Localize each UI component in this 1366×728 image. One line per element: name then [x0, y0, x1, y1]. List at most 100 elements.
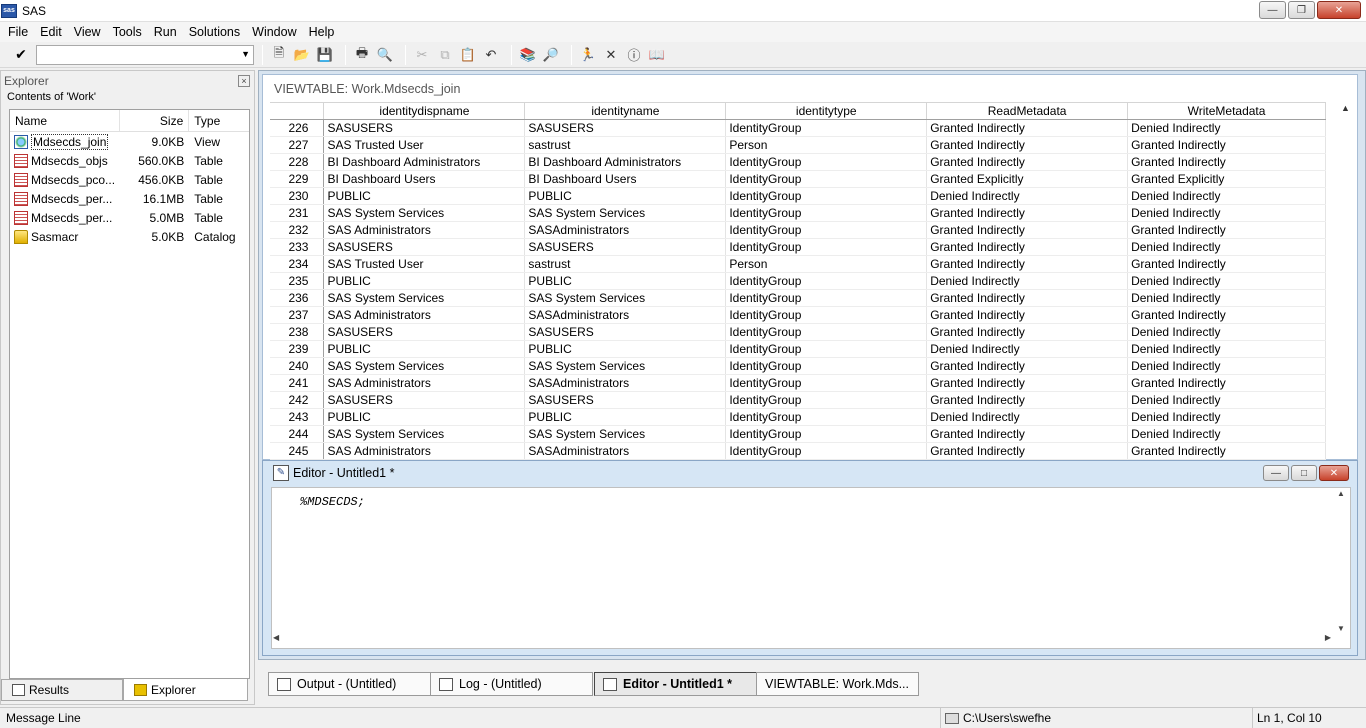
- code-editor[interactable]: %MDSECDS; ▲ ▼ ◀ ▶: [271, 487, 1351, 649]
- code-line[interactable]: %MDSECDS;: [300, 495, 365, 509]
- column-header-identitytype[interactable]: identitytype: [725, 102, 928, 120]
- row-number[interactable]: 228: [270, 153, 325, 171]
- undo-icon[interactable]: ↶: [480, 44, 502, 66]
- list-item[interactable]: Mdsecds_join 9.0KB View: [10, 132, 249, 151]
- row-number[interactable]: 236: [270, 289, 325, 307]
- column-header-readmetadata[interactable]: ReadMetadata: [926, 102, 1129, 120]
- open-folder-icon[interactable]: 📂: [291, 44, 313, 66]
- minimize-button[interactable]: —: [1259, 1, 1286, 19]
- menu-solutions[interactable]: Solutions: [183, 25, 246, 39]
- editor-close-button[interactable]: ✕: [1319, 465, 1349, 481]
- table-row[interactable]: 226 SASUSERS SASUSERS IdentityGroup Granted …: [270, 119, 1326, 137]
- new-file-icon[interactable]: 🗎: [268, 44, 290, 66]
- column-header-identityname[interactable]: identityname: [524, 102, 727, 120]
- tab-results[interactable]: Results: [1, 679, 123, 701]
- list-item[interactable]: Sasmacr 5.0KB Catalog: [10, 227, 249, 246]
- row-number[interactable]: 230: [270, 187, 325, 205]
- editor-maximize-button[interactable]: □: [1291, 465, 1317, 481]
- table-row[interactable]: 238 SASUSERS SASUSERS IdentityGroup Granted …: [270, 323, 1326, 341]
- row-number[interactable]: 231: [270, 204, 325, 222]
- menu-run[interactable]: Run: [148, 25, 183, 39]
- row-number[interactable]: 235: [270, 272, 325, 290]
- close-button[interactable]: ✕: [1317, 1, 1361, 19]
- explorer-close-icon[interactable]: ×: [238, 75, 250, 87]
- table-row[interactable]: 230 PUBLIC PUBLIC IdentityGroup Denied Indir…: [270, 187, 1326, 205]
- row-number[interactable]: 239: [270, 340, 325, 358]
- table-row[interactable]: 235 PUBLIC PUBLIC IdentityGroup Denied Indir…: [270, 272, 1326, 290]
- break-icon[interactable]: ⓘ: [623, 44, 645, 66]
- command-box[interactable]: ▼: [36, 44, 254, 65]
- row-number[interactable]: 229: [270, 170, 325, 188]
- scroll-up-icon[interactable]: ▲: [1337, 103, 1354, 113]
- row-number[interactable]: 245: [270, 442, 325, 460]
- row-number[interactable]: 237: [270, 306, 325, 324]
- column-header-size[interactable]: Size: [120, 110, 190, 131]
- table-row[interactable]: 233 SASUSERS SASUSERS IdentityGroup Granted …: [270, 238, 1326, 256]
- submit-command-button[interactable]: ✔: [8, 44, 34, 66]
- tab-output[interactable]: Output - (Untitled): [268, 672, 431, 696]
- column-header-type[interactable]: Type: [189, 110, 249, 131]
- list-item[interactable]: Mdsecds_per... 5.0MB Table: [10, 208, 249, 227]
- column-header-identitydispname[interactable]: identitydispname: [323, 102, 526, 120]
- editor-vertical-scrollbar[interactable]: ▲ ▼: [1333, 489, 1349, 633]
- table-row[interactable]: 236 SAS System Services SAS System Service…: [270, 289, 1326, 307]
- table-row[interactable]: 241 SAS Administrators SASAdministrators Id…: [270, 374, 1326, 392]
- row-number[interactable]: 232: [270, 221, 325, 239]
- tab-log[interactable]: Log - (Untitled): [430, 672, 593, 696]
- print-icon[interactable]: 🖶: [351, 44, 373, 66]
- table-row[interactable]: 240 SAS System Services SAS System Service…: [270, 357, 1326, 375]
- row-number[interactable]: 241: [270, 374, 325, 392]
- menu-view[interactable]: View: [68, 25, 107, 39]
- table-row[interactable]: 243 PUBLIC PUBLIC IdentityGroup Denied Indir…: [270, 408, 1326, 426]
- list-item[interactable]: Mdsecds_per... 16.1MB Table: [10, 189, 249, 208]
- menu-help[interactable]: Help: [303, 25, 341, 39]
- viewtable-vertical-scrollbar[interactable]: ▲: [1337, 103, 1354, 459]
- table-row[interactable]: 245 SAS Administrators SASAdministrators Id…: [270, 442, 1326, 460]
- editor-horizontal-scrollbar[interactable]: ◀ ▶: [273, 633, 1333, 647]
- row-number[interactable]: 226: [270, 119, 325, 137]
- tab-viewtable[interactable]: VIEWTABLE: Work.Mds...: [756, 672, 919, 696]
- cut-icon[interactable]: ✂: [411, 44, 433, 66]
- save-icon[interactable]: 💾: [314, 44, 336, 66]
- row-number[interactable]: 242: [270, 391, 325, 409]
- run-submit-icon[interactable]: 🏃: [577, 44, 599, 66]
- copy-icon[interactable]: ⧉: [434, 44, 456, 66]
- restore-button[interactable]: ❐: [1288, 1, 1315, 19]
- menu-edit[interactable]: Edit: [34, 25, 68, 39]
- row-number[interactable]: 234: [270, 255, 325, 273]
- menu-tools[interactable]: Tools: [107, 25, 148, 39]
- table-row[interactable]: 237 SAS Administrators SASAdministrators Id…: [270, 306, 1326, 324]
- chevron-down-icon[interactable]: ▼: [241, 49, 250, 59]
- list-item[interactable]: Mdsecds_objs 560.0KB Table: [10, 151, 249, 170]
- clear-all-icon[interactable]: ✕: [600, 44, 622, 66]
- menu-file[interactable]: File: [2, 25, 34, 39]
- help-book-icon[interactable]: 📖: [646, 44, 668, 66]
- table-row[interactable]: 229 BI Dashboard Users BI Dashboard Users I…: [270, 170, 1326, 188]
- current-directory[interactable]: C:\Users\swefhe: [940, 708, 1252, 728]
- row-number[interactable]: 244: [270, 425, 325, 443]
- row-number[interactable]: 233: [270, 238, 325, 256]
- new-library-icon[interactable]: 📚: [517, 44, 539, 66]
- list-item[interactable]: Mdsecds_pco... 456.0KB Table: [10, 170, 249, 189]
- table-row[interactable]: 227 SAS Trusted User sastrust Person Granted…: [270, 136, 1326, 154]
- sas-app-icon[interactable]: sas: [1, 3, 17, 18]
- print-preview-icon[interactable]: 🔍: [374, 44, 396, 66]
- menu-window[interactable]: Window: [246, 25, 302, 39]
- tab-editor[interactable]: Editor - Untitled1 *: [594, 672, 757, 696]
- table-row[interactable]: 239 PUBLIC PUBLIC IdentityGroup Denied Indir…: [270, 340, 1326, 358]
- row-number[interactable]: 238: [270, 323, 325, 341]
- editor-minimize-button[interactable]: —: [1263, 465, 1289, 481]
- column-header-writemetadata[interactable]: WriteMetadata: [1127, 102, 1326, 120]
- row-number[interactable]: 240: [270, 357, 325, 375]
- paste-icon[interactable]: 📋: [457, 44, 479, 66]
- column-header-name[interactable]: Name: [10, 110, 120, 131]
- table-row[interactable]: 242 SASUSERS SASUSERS IdentityGroup Granted …: [270, 391, 1326, 409]
- row-number[interactable]: 243: [270, 408, 325, 426]
- table-row[interactable]: 244 SAS System Services SAS System Service…: [270, 425, 1326, 443]
- row-number[interactable]: 227: [270, 136, 325, 154]
- table-row[interactable]: 231 SAS System Services SAS System Service…: [270, 204, 1326, 222]
- sas-explorer-icon[interactable]: 🔎: [540, 44, 562, 66]
- table-row[interactable]: 232 SAS Administrators SASAdministrators Id…: [270, 221, 1326, 239]
- tab-explorer[interactable]: Explorer: [123, 679, 248, 701]
- table-row[interactable]: 228 BI Dashboard Administrators BI Dashboa…: [270, 153, 1326, 171]
